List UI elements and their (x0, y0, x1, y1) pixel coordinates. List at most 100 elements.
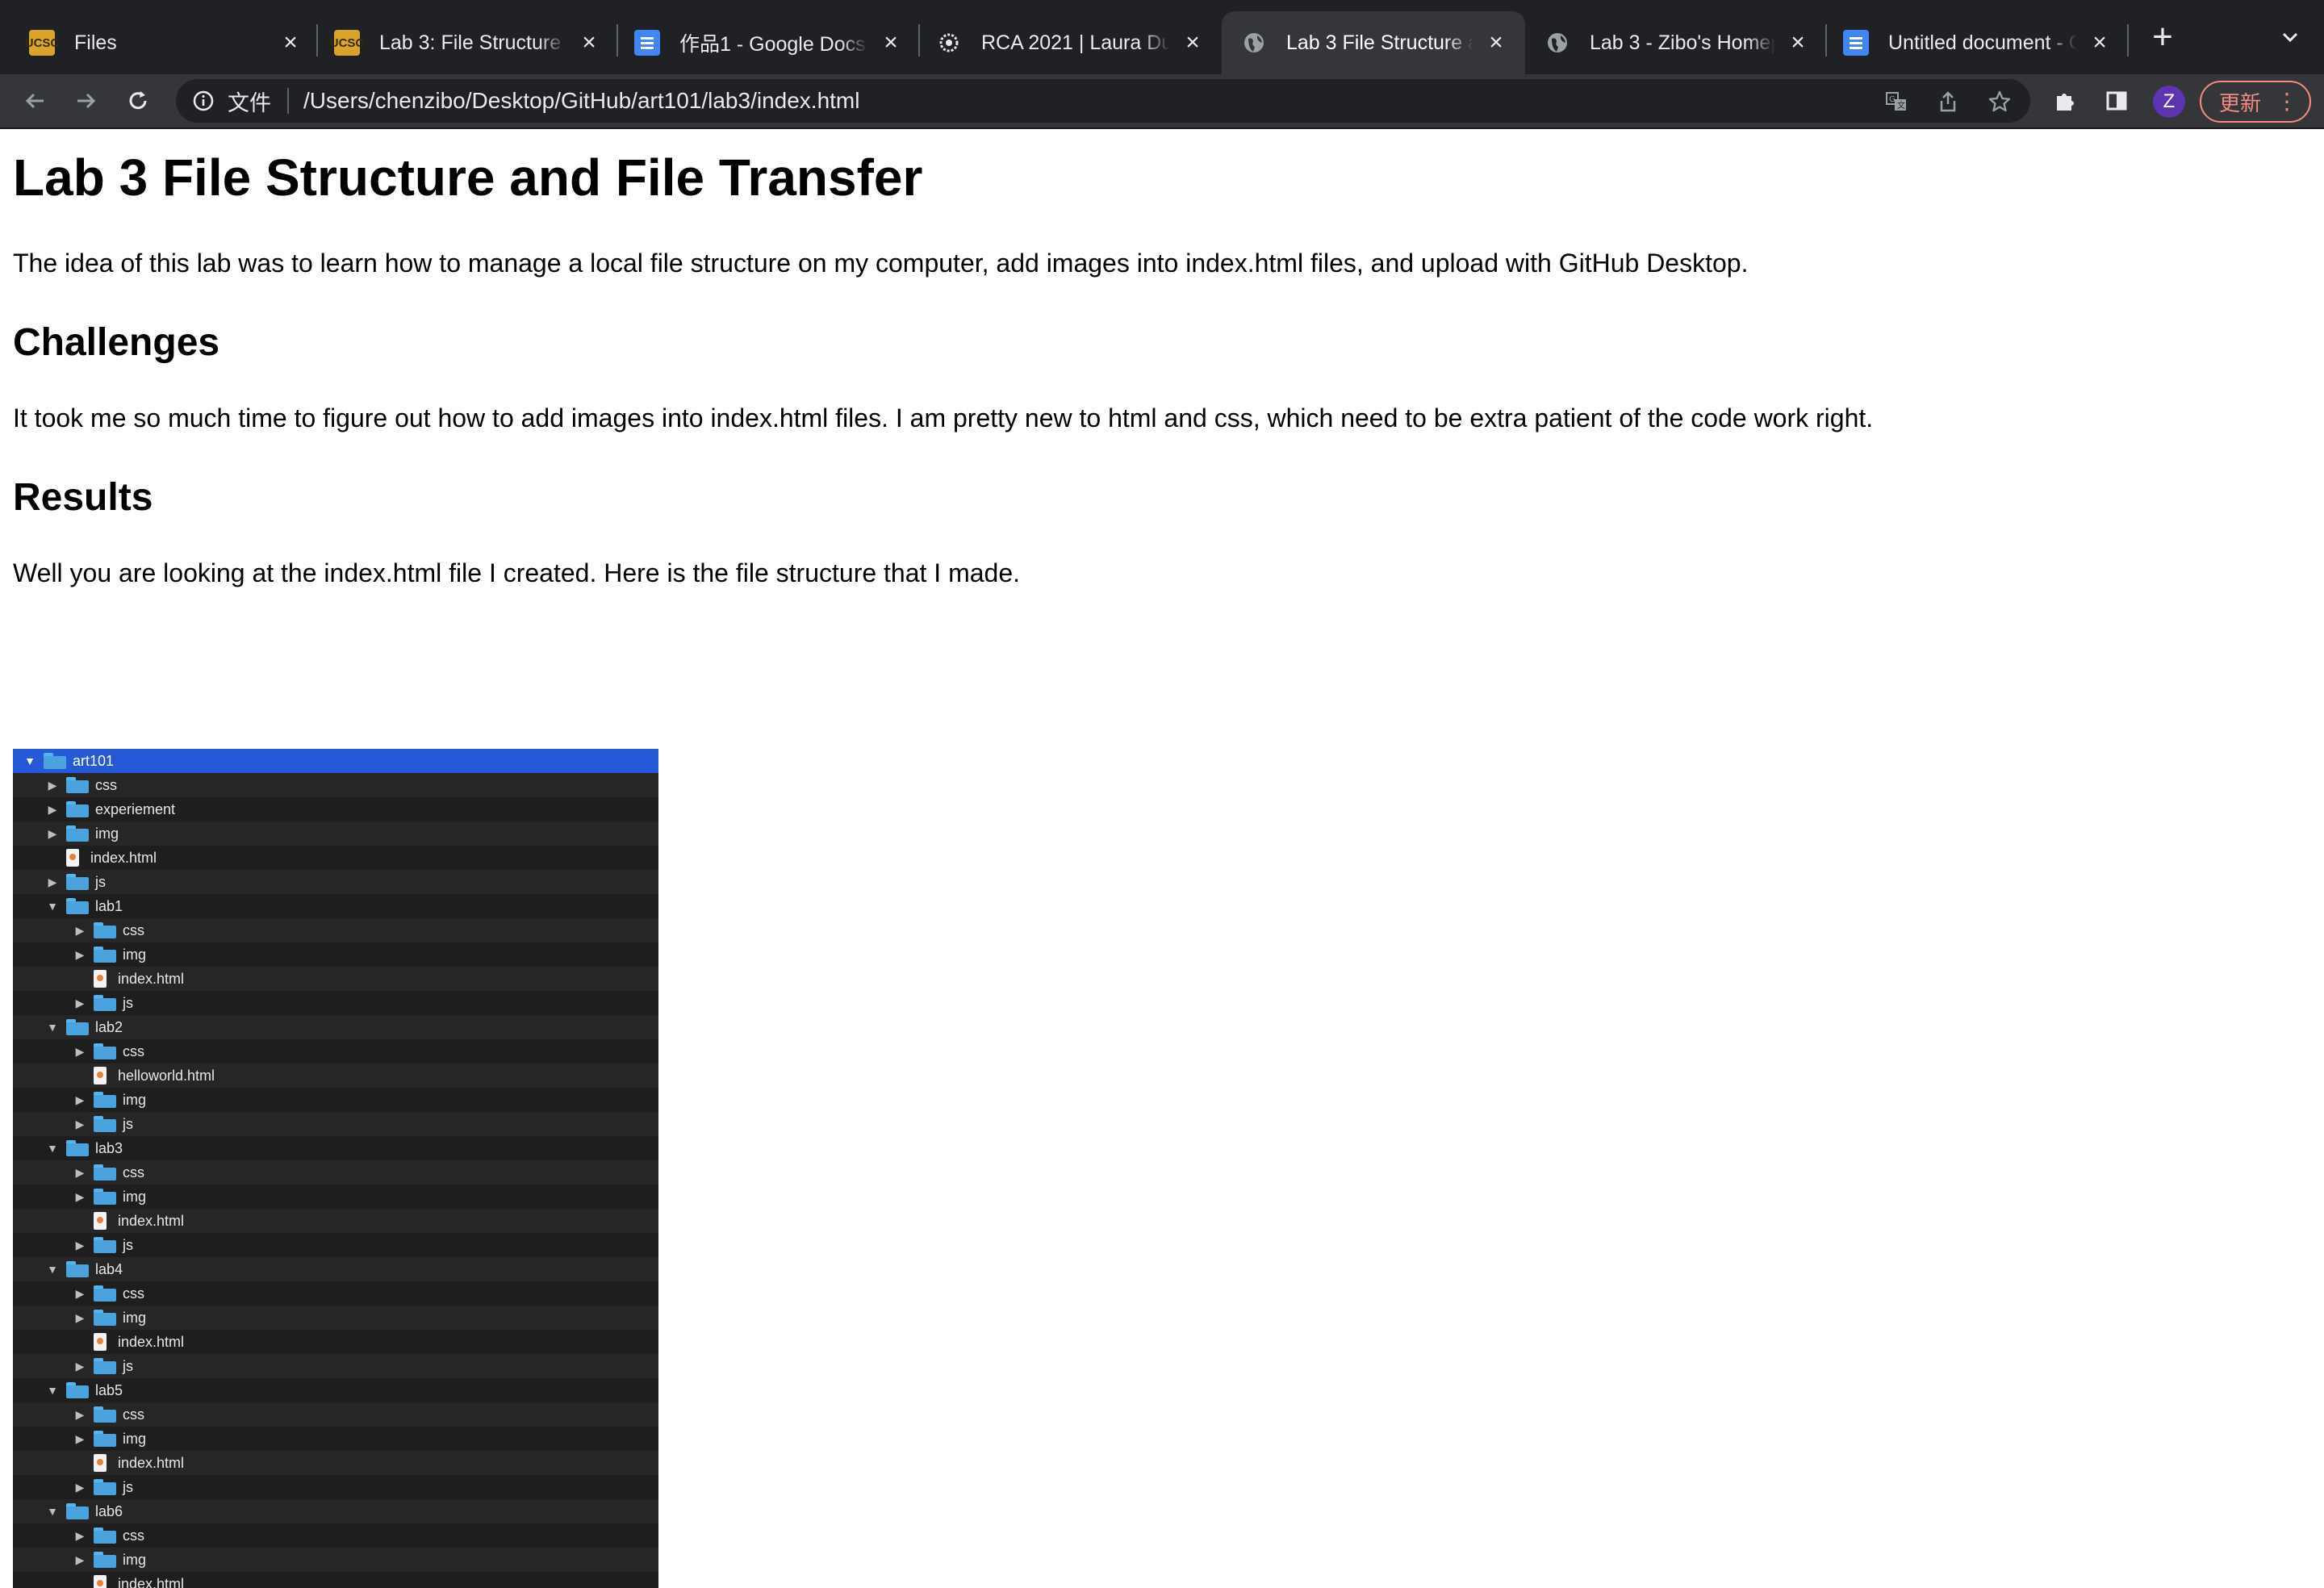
google-docs-icon (1843, 30, 1869, 56)
folder-icon (94, 1043, 116, 1059)
info-icon[interactable] (190, 88, 216, 114)
tree-item-label: lab3 (95, 1140, 123, 1157)
folder-icon (94, 1285, 116, 1302)
disclosure-right-icon: ▶ (74, 997, 86, 1009)
tree-item-label: img (123, 1189, 146, 1206)
folder-icon (94, 947, 116, 963)
side-panel-icon[interactable] (2098, 82, 2135, 119)
disclosure-down-icon: ▼ (47, 1143, 58, 1154)
tree-item-label: img (123, 1092, 146, 1109)
tree-item-label: index.html (118, 1455, 184, 1472)
tree-item-label: lab6 (95, 1503, 123, 1520)
tree-folder-row: ▼lab6 (13, 1499, 658, 1523)
disclosure-right-icon: ▶ (74, 1312, 86, 1323)
reload-icon[interactable] (119, 82, 157, 119)
tree-folder-row: ▶img (13, 942, 658, 967)
folder-icon (94, 1116, 116, 1132)
disclosure-right-icon: ▶ (47, 876, 58, 888)
tree-item-label: lab2 (95, 1019, 123, 1036)
bookmark-star-icon[interactable] (1983, 86, 2016, 118)
tree-folder-row: ▶img (13, 821, 658, 846)
tree-folder-row: ▶js (13, 870, 658, 894)
update-button[interactable]: 更新 ⋮ (2200, 81, 2311, 123)
close-icon[interactable]: × (576, 30, 602, 56)
tree-folder-row: ▼lab1 (13, 894, 658, 918)
disclosure-right-icon: ▶ (74, 1239, 86, 1251)
translate-icon[interactable]: G文 (1880, 86, 1912, 118)
disclosure-down-icon: ▼ (47, 1264, 58, 1275)
tab-search-chevron-icon[interactable] (2274, 24, 2306, 56)
tree-file-row: index.html (13, 1209, 658, 1233)
tab-title: 作品1 - Google Docs (679, 28, 868, 57)
close-icon[interactable]: × (2087, 30, 2113, 56)
tree-folder-row: ▶css (13, 918, 658, 942)
close-icon[interactable]: × (278, 30, 303, 56)
folder-icon (94, 1479, 116, 1495)
tree-folder-row: ▶js (13, 1354, 658, 1378)
folder-icon (94, 1358, 116, 1374)
tree-folder-row: ▶css (13, 1402, 658, 1427)
forward-arrow-icon[interactable] (68, 82, 105, 119)
laura-site-icon (936, 30, 962, 56)
tree-item-label: img (123, 1552, 146, 1569)
tab-title: RCA 2021 | Laura Duc (981, 31, 1170, 55)
challenges-heading: Challenges (13, 320, 219, 366)
tab-files[interactable]: UCSC Files × (0, 11, 320, 74)
tab-strip: UCSC Files × UCSC Lab 3: File Structure … (0, 0, 2324, 74)
extensions-puzzle-icon[interactable] (2046, 82, 2084, 119)
tree-item-label: img (123, 1310, 146, 1327)
new-tab-plus-icon[interactable]: + (2146, 21, 2179, 53)
tab-lab3-active[interactable]: Lab 3 File Structure and File Transfer × (1222, 11, 1525, 74)
browser-toolbar: 文件 /Users/chenzibo/Desktop/GitHub/art101… (0, 74, 2324, 129)
tree-file-row: index.html (13, 846, 658, 870)
disclosure-down-icon: ▼ (47, 901, 58, 912)
tree-file-row: index.html (13, 967, 658, 991)
address-separator (287, 88, 289, 114)
back-arrow-icon[interactable] (16, 82, 53, 119)
close-icon[interactable]: × (878, 30, 904, 56)
close-icon[interactable]: × (1483, 30, 1509, 56)
disclosure-down-icon: ▼ (47, 1022, 58, 1033)
folder-icon (94, 1310, 116, 1326)
kebab-menu-icon[interactable]: ⋮ (2276, 89, 2298, 115)
tree-item-label: index.html (118, 1213, 184, 1230)
html-file-icon (94, 970, 107, 988)
file-structure-image: ▼art101▶css▶experiement▶imgindex.html▶js… (13, 749, 658, 1588)
globe-icon (1544, 30, 1570, 56)
tree-folder-row: ▶css (13, 1039, 658, 1064)
tab-lab3-canvas[interactable]: UCSC Lab 3: File Structure and File Tran… (318, 11, 618, 74)
tree-folder-row: ▶img (13, 1427, 658, 1451)
tree-item-label: js (123, 1237, 133, 1254)
folder-icon (66, 1382, 89, 1398)
folder-icon (94, 995, 116, 1011)
close-icon[interactable]: × (1785, 30, 1811, 56)
results-heading: Results (13, 474, 153, 521)
disclosure-right-icon: ▶ (74, 1046, 86, 1057)
tree-folder-row: ▶css (13, 773, 658, 797)
tab-untitled-doc[interactable]: Untitled document - Google Docs × (1827, 11, 2129, 74)
address-bar[interactable]: 文件 /Users/chenzibo/Desktop/GitHub/art101… (176, 79, 2030, 123)
share-icon[interactable] (1932, 86, 1964, 118)
tab-zibo-homepage[interactable]: Lab 3 - Zibo's Homepage × (1525, 11, 1827, 74)
tab-rca-2021[interactable]: RCA 2021 | Laura Duc × (920, 11, 1222, 74)
tree-folder-row: ▼ lab3 (13, 1136, 658, 1160)
html-file-icon (94, 1067, 107, 1084)
close-icon[interactable]: × (1180, 30, 1206, 56)
folder-icon (66, 898, 89, 914)
address-url[interactable]: /Users/chenzibo/Desktop/GitHub/art101/la… (303, 88, 859, 114)
html-file-icon (94, 1333, 107, 1351)
profile-avatar[interactable]: Z (2153, 86, 2185, 118)
tree-item-label: css (123, 1406, 144, 1423)
svg-text:G: G (1889, 95, 1896, 104)
file-scheme-label: 文件 (228, 86, 271, 117)
tree-folder-row: ▶css (13, 1160, 658, 1185)
html-file-icon (94, 1454, 107, 1472)
tree-folder-row: ▼lab5 (13, 1378, 658, 1402)
tab-google-doc-1[interactable]: 作品1 - Google Docs × (618, 11, 920, 74)
disclosure-right-icon: ▶ (74, 1530, 86, 1541)
ucsc-favicon-icon: UCSC (334, 30, 360, 56)
tree-item-label: art101 (73, 753, 114, 770)
tab-title: Lab 3: File Structure and File Transfer (379, 31, 566, 55)
tree-item-label: js (123, 995, 133, 1012)
disclosure-right-icon: ▶ (74, 949, 86, 960)
